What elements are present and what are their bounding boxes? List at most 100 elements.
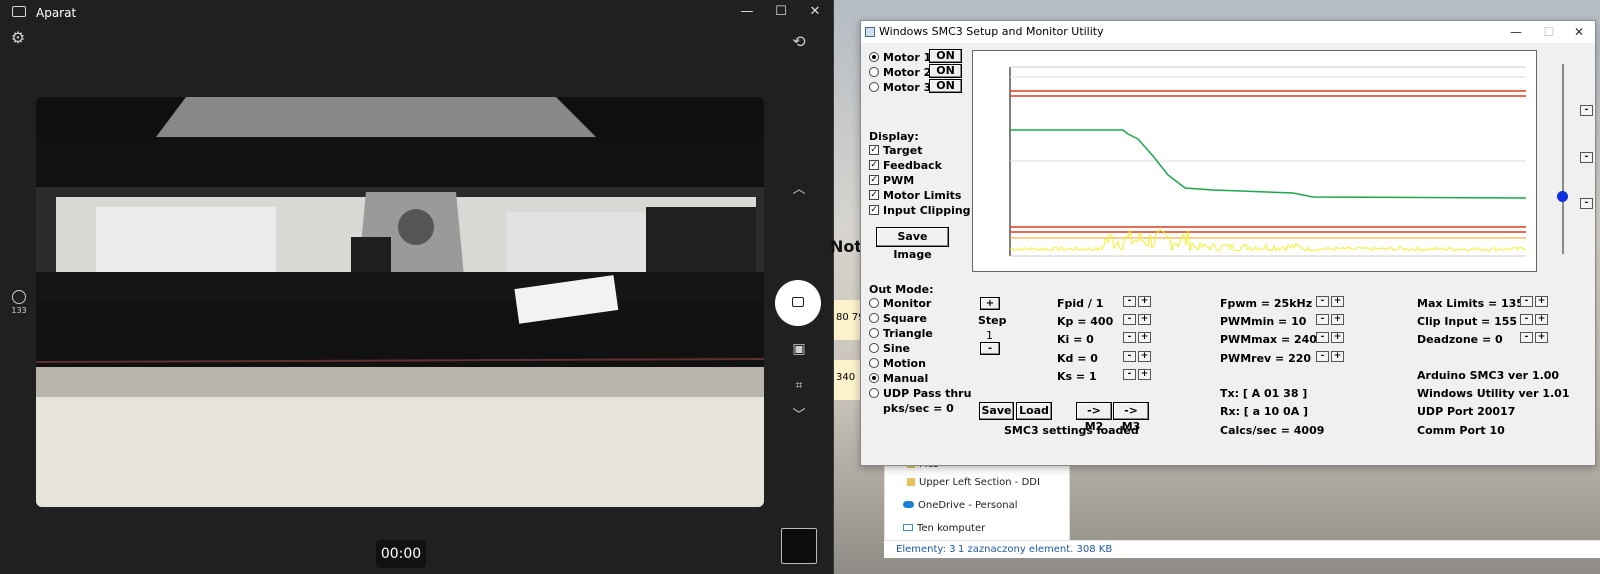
deadzone-minus[interactable]: - (1520, 332, 1533, 343)
fpwm-minus[interactable]: - (1316, 296, 1329, 307)
tree-item-onedrive[interactable]: OneDrive - Personal (903, 500, 1018, 511)
pwmmin-minus[interactable]: - (1316, 314, 1329, 325)
fpid-param: Fpid / 1 (1057, 297, 1104, 310)
arduino-version: Arduino SMC3 ver 1.00 (1417, 369, 1560, 382)
timelapse-indicator[interactable]: 133 (10, 290, 28, 315)
ki-minus[interactable]: - (1123, 332, 1136, 343)
step-minus-button[interactable]: - (980, 342, 1000, 355)
pwmmin-plus[interactable]: + (1331, 314, 1344, 325)
pwmrev-plus[interactable]: + (1331, 351, 1344, 362)
timer-icon (12, 290, 26, 304)
utility-version: Windows Utility ver 1.01 (1417, 387, 1570, 400)
settings-gear-icon[interactable]: ⚙ (6, 26, 30, 50)
motor-3-radio[interactable] (869, 82, 879, 92)
motor-limits-label: Motor Limits (883, 189, 962, 202)
clip-input-plus[interactable]: + (1535, 314, 1548, 325)
mode-motion-radio[interactable] (869, 358, 879, 368)
motor-2-on-button[interactable]: ON (929, 64, 962, 78)
camera-title: Aparat (36, 6, 77, 20)
ks-minus[interactable]: - (1123, 369, 1136, 380)
camera-preview (36, 97, 764, 507)
max-limits-plus[interactable]: + (1535, 296, 1548, 307)
close-button[interactable]: ✕ (1564, 21, 1594, 43)
manual-slider-track[interactable] (1562, 64, 1564, 254)
deadzone-plus[interactable]: + (1535, 332, 1548, 343)
motor-1-on-button[interactable]: ON (929, 49, 962, 63)
scale-minus-button[interactable]: - (1580, 198, 1593, 209)
input-clipping-label: Input Clipping (883, 204, 971, 217)
mode-sine-radio[interactable] (869, 343, 879, 353)
tree-item-upper-left[interactable]: Upper Left Section - DDI (907, 477, 1040, 488)
scale-minus-button[interactable]: - (1580, 152, 1593, 163)
pwm-label: PWM (883, 174, 915, 187)
step-value: 1 (986, 329, 993, 342)
max-limits-minus[interactable]: - (1520, 296, 1533, 307)
mode-triangle-label: Triangle (883, 327, 933, 340)
motor-limits-checkbox[interactable]: ✓ (869, 190, 879, 200)
display-label: Display: (869, 130, 919, 143)
mode-manual-radio[interactable] (869, 373, 879, 383)
qr-code-icon[interactable]: ⌗ (787, 373, 811, 397)
tree-item-label: Upper Left Section - DDI (919, 477, 1040, 488)
ki-plus[interactable]: + (1138, 332, 1151, 343)
target-checkbox[interactable]: ✓ (869, 145, 879, 155)
tree-item-this-pc[interactable]: Ten komputer (903, 523, 985, 534)
motor-2-radio[interactable] (869, 67, 879, 77)
app-icon (865, 27, 875, 37)
photo-mode-icon[interactable]: ▣ (787, 337, 811, 361)
camera-window: Aparat — ☐ ✕ ⚙ ⟲ ︿ ▣ ⌗ ﹀ 133 00:00 (0, 0, 834, 574)
scale-minus-button[interactable]: - (1580, 105, 1593, 116)
motor-1-radio[interactable] (869, 52, 879, 62)
video-record-button[interactable] (775, 280, 821, 326)
manual-slider-thumb[interactable] (1557, 191, 1568, 202)
clip-input-minus[interactable]: - (1520, 314, 1533, 325)
pwmrev-minus[interactable]: - (1316, 351, 1329, 362)
copy-to-m3-button[interactable]: -> M3 (1113, 402, 1149, 433)
camera-app-icon (12, 6, 26, 17)
pwmmax-plus[interactable]: + (1331, 332, 1344, 343)
clip-input-param: Clip Input = 155 (1417, 315, 1518, 328)
kd-plus[interactable]: + (1138, 351, 1151, 362)
smc3-window: Windows SMC3 Setup and Monitor Utility —… (860, 20, 1596, 466)
copy-to-m2-button[interactable]: -> M2 (1076, 402, 1112, 433)
ks-plus[interactable]: + (1138, 369, 1151, 380)
mode-manual-label: Manual (883, 372, 929, 385)
feedback-trace (1010, 129, 1527, 199)
monitor-plot-svg (1009, 66, 1527, 257)
maximize-button[interactable]: ☐ (1534, 21, 1564, 43)
chevron-up-icon[interactable]: ︿ (787, 178, 811, 202)
save-image-button[interactable]: Save Image (876, 227, 949, 261)
kp-minus[interactable]: - (1123, 314, 1136, 325)
mode-triangle-radio[interactable] (869, 328, 879, 338)
tree-item-label: OneDrive - Personal (918, 500, 1018, 511)
mode-monitor-radio[interactable] (869, 298, 879, 308)
maximize-button[interactable]: ☐ (771, 4, 791, 20)
fpid-plus[interactable]: + (1138, 296, 1151, 307)
fpwm-plus[interactable]: + (1331, 296, 1344, 307)
target-label: Target (883, 144, 923, 157)
timelapse-value: 133 (11, 306, 27, 315)
cloud-icon (903, 501, 914, 508)
minimize-button[interactable]: — (737, 4, 757, 20)
kp-plus[interactable]: + (1138, 314, 1151, 325)
folder-icon (907, 478, 915, 486)
motor-3-on-button[interactable]: ON (929, 79, 962, 93)
explorer-status-bar: Elementy: 3 1 zaznaczony element. 308 KB (884, 540, 1600, 558)
minimize-button[interactable]: — (1501, 21, 1531, 43)
fpid-minus[interactable]: - (1123, 296, 1136, 307)
step-plus-button[interactable]: + (980, 297, 1000, 310)
pwmmax-param: PWMmax = 240 (1220, 333, 1317, 346)
last-capture-thumbnail[interactable] (781, 528, 817, 564)
chevron-down-icon[interactable]: ﹀ (787, 404, 811, 428)
close-button[interactable]: ✕ (805, 4, 825, 20)
save-settings-button[interactable]: Save (979, 402, 1014, 420)
input-clipping-checkbox[interactable]: ✓ (869, 205, 879, 215)
mode-udp-radio[interactable] (869, 388, 879, 398)
pwm-checkbox[interactable]: ✓ (869, 175, 879, 185)
kd-minus[interactable]: - (1123, 351, 1136, 362)
switch-camera-icon[interactable]: ⟲ (787, 30, 811, 54)
feedback-checkbox[interactable]: ✓ (869, 160, 879, 170)
load-settings-button[interactable]: Load (1016, 402, 1052, 420)
mode-square-radio[interactable] (869, 313, 879, 323)
pwmmax-minus[interactable]: - (1316, 332, 1329, 343)
